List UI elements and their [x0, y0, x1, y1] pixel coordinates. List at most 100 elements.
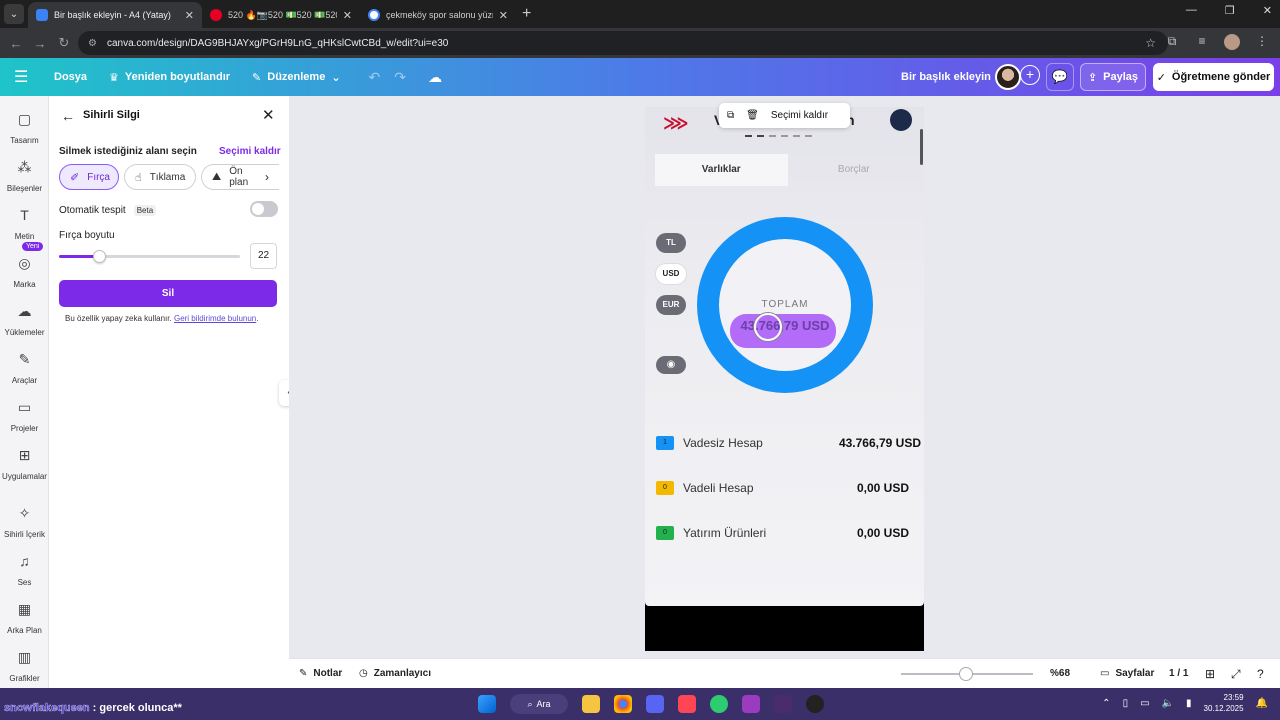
- chat-username: snowflakequeen: [4, 702, 90, 714]
- clear-selection-button[interactable]: Seçimi kaldır: [771, 110, 828, 121]
- design-title[interactable]: Bir başlık ekleyin: [901, 71, 991, 83]
- send-to-teacher-button[interactable]: ✓ Öğretmene gönder: [1153, 63, 1274, 91]
- browser-menu-icon[interactable]: ⋮: [1254, 34, 1270, 50]
- tab-close-icon[interactable]: ✕: [343, 9, 352, 22]
- auto-detect-toggle[interactable]: [250, 201, 278, 217]
- phone-link-icon[interactable]: ▯: [1123, 698, 1129, 709]
- restore-icon[interactable]: ❐: [1225, 4, 1235, 17]
- notification-bell-icon[interactable]: 🔔: [1256, 698, 1268, 709]
- windows-taskbar: snowflakequeen : gercek olunca** ⌕ Ara ⌃…: [0, 688, 1280, 720]
- rail-item-design[interactable]: ▢ Tasarım: [0, 110, 49, 145]
- back-arrow-icon[interactable]: ←: [61, 108, 75, 124]
- cloud-save-icon[interactable]: ☁: [428, 69, 442, 86]
- browser-tab-google[interactable]: çekmeköy spor salonu yüzme ✕: [360, 2, 516, 28]
- close-icon[interactable]: ✕: [262, 106, 275, 124]
- rail-item-elements[interactable]: ⁂ Bileşenler: [0, 158, 49, 193]
- browser-tab-canva[interactable]: Bir başlık ekleyin - A4 (Yatay) ✕: [28, 2, 202, 28]
- add-collaborator-icon[interactable]: +: [1020, 65, 1040, 85]
- mode-foreground-chip[interactable]: ⛰ Ön plan ›: [201, 164, 279, 190]
- menu-icon[interactable]: ☰: [14, 67, 30, 87]
- tab-close-icon[interactable]: ✕: [185, 9, 194, 22]
- back-icon[interactable]: ←: [4, 36, 28, 51]
- brush-size-input[interactable]: 22: [250, 243, 277, 269]
- foreground-icon: ⛰: [212, 170, 222, 183]
- profile-avatar[interactable]: [1224, 34, 1240, 50]
- rail-item-charts[interactable]: ▥ Grafikler: [0, 648, 49, 683]
- clock[interactable]: 23:59 30.12.2025: [1204, 692, 1244, 714]
- chrome-icon[interactable]: [614, 695, 632, 713]
- network-icon[interactable]: ▭: [1140, 698, 1149, 709]
- timer-button[interactable]: ◷ Zamanlayıcı: [359, 668, 431, 679]
- erase-button[interactable]: Sil: [59, 280, 277, 307]
- url-bar[interactable]: ⚙ canva.com/design/DAG9BHJAYxg/PGrH9LnG_…: [78, 31, 1168, 55]
- feedback-link[interactable]: Geri bildirimde bulunun: [174, 314, 256, 323]
- duplicate-icon[interactable]: ⧉: [727, 110, 734, 121]
- donut-hole: TOPLAM 43.766,79 USD: [719, 239, 851, 371]
- tab-close-icon[interactable]: ✕: [499, 9, 508, 22]
- rail-item-audio[interactable]: ♫ Ses: [0, 552, 49, 587]
- taskbar-search[interactable]: ⌕ Ara: [510, 694, 568, 714]
- undo-icon[interactable]: ↶: [369, 69, 381, 86]
- reload-icon[interactable]: ↻: [52, 35, 76, 51]
- tray-chevron-icon[interactable]: ⌃: [1102, 698, 1110, 709]
- mode-click-chip[interactable]: ☝ Tıklama: [124, 164, 196, 190]
- fullscreen-icon[interactable]: ⤢: [1231, 667, 1241, 682]
- tab-search-icon[interactable]: ⌄: [4, 4, 24, 24]
- grid-view-icon[interactable]: ⊞: [1205, 667, 1215, 681]
- zoom-slider-handle[interactable]: [959, 667, 973, 681]
- premiere-icon[interactable]: [742, 695, 760, 713]
- rail-item-text[interactable]: T Metin: [0, 206, 49, 241]
- comment-icon[interactable]: 💬: [1046, 63, 1074, 91]
- rail-label: Uygulamalar: [2, 472, 47, 481]
- after-effects-icon[interactable]: [774, 695, 792, 713]
- valorant-icon[interactable]: [678, 695, 696, 713]
- auto-detect-row: Otomatik tespit Beta: [59, 205, 157, 216]
- phone-scrollbar: [920, 129, 923, 165]
- screen: ⌄ Bir başlık ekleyin - A4 (Yatay) ✕ 520 …: [0, 0, 1280, 720]
- notes-button[interactable]: ✎ Notlar: [299, 668, 342, 679]
- brush-size-slider[interactable]: [59, 250, 240, 263]
- windows-start-icon[interactable]: [478, 695, 496, 713]
- new-tab-icon[interactable]: +: [522, 5, 531, 23]
- file-menu[interactable]: Dosya: [54, 71, 87, 83]
- design-page[interactable]: ⋙ V n Varlıklar Borçlar TL USD EUR ◉: [645, 107, 924, 651]
- forward-icon[interactable]: →: [28, 36, 52, 51]
- rail-item-projects[interactable]: ▭ Projeler: [0, 398, 49, 433]
- rail-item-brand[interactable]: Yeni ◎ Marka: [0, 242, 49, 289]
- browser-tab-pinterest[interactable]: 520 🔥📷520 💵520 💵520 💵 ✕: [202, 2, 360, 28]
- edit-menu[interactable]: ✎ Düzenleme ⌄: [252, 71, 341, 84]
- redo-icon[interactable]: ↷: [394, 69, 406, 86]
- xbox-icon[interactable]: [710, 695, 728, 713]
- reading-list-icon[interactable]: ≡: [1194, 34, 1210, 50]
- phone-screenshot-image[interactable]: ⋙ V n Varlıklar Borçlar TL USD EUR ◉: [645, 107, 924, 606]
- rail-item-uploads[interactable]: ☁ Yüklemeler: [0, 302, 49, 337]
- close-window-icon[interactable]: ✕: [1263, 4, 1272, 17]
- share-button[interactable]: ⇪ Paylaş: [1080, 63, 1146, 91]
- text-icon: T: [20, 207, 29, 223]
- trash-icon[interactable]: 🗑: [746, 110, 759, 121]
- page-count[interactable]: 1 / 1: [1169, 668, 1188, 679]
- rail-item-apps[interactable]: ⊞ Uygulamalar: [0, 446, 49, 481]
- help-icon[interactable]: ?: [1257, 667, 1264, 681]
- clear-selection-link[interactable]: Seçimi kaldır: [219, 146, 281, 157]
- volume-icon[interactable]: 🔈: [1162, 698, 1174, 709]
- bookmark-star-icon[interactable]: ☆: [1145, 36, 1156, 50]
- pages-button[interactable]: ▭ Sayfalar: [1100, 668, 1154, 679]
- discord-icon[interactable]: [646, 695, 664, 713]
- resize-button[interactable]: ♛ Yeniden boyutlandır: [109, 71, 230, 84]
- rail-item-magic-media[interactable]: ✧ Sihirli İçerik: [0, 504, 49, 539]
- obs-icon[interactable]: [806, 695, 824, 713]
- collaborator-avatar[interactable]: [995, 64, 1021, 90]
- chevron-right-icon[interactable]: ›: [265, 170, 269, 184]
- extensions-icon[interactable]: ⧉: [1164, 34, 1180, 50]
- rail-item-tools[interactable]: ✎ Araçlar: [0, 350, 49, 385]
- battery-icon[interactable]: ▮: [1186, 698, 1192, 709]
- slider-handle[interactable]: [92, 250, 106, 263]
- file-explorer-icon[interactable]: [582, 695, 600, 713]
- mode-brush-chip[interactable]: ✐ Fırça: [59, 164, 119, 190]
- rail-item-background[interactable]: ▦ Arka Plan: [0, 600, 49, 635]
- zoom-value[interactable]: %68: [1050, 668, 1070, 679]
- site-info-icon[interactable]: ⚙: [88, 38, 97, 49]
- browser-toolbar-right: ⧉ ≡ ⋮: [1164, 34, 1270, 50]
- minimize-icon[interactable]: —: [1186, 4, 1197, 17]
